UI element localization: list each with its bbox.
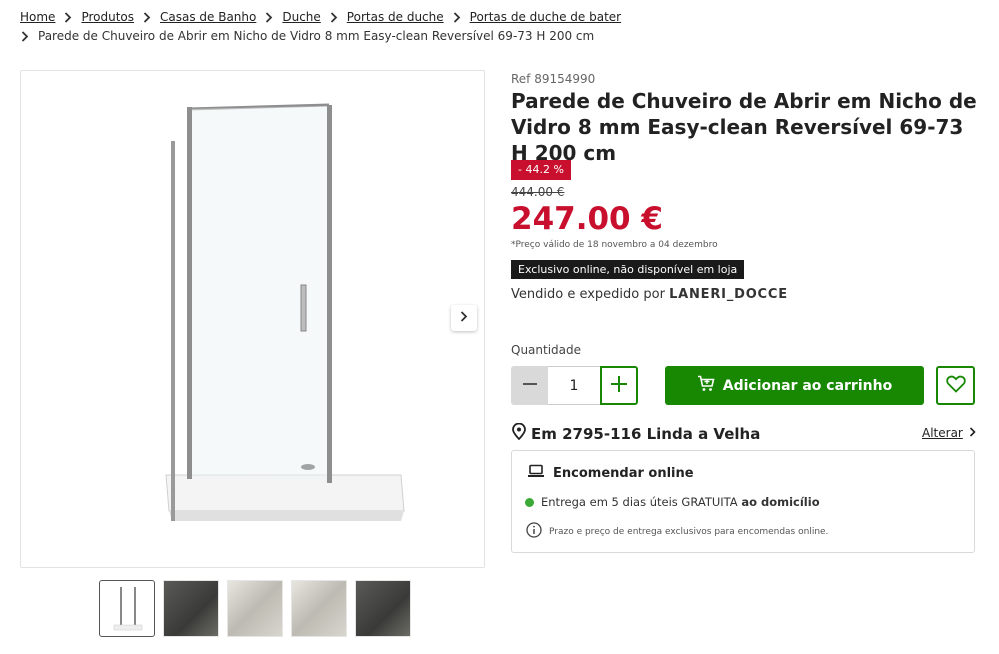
breadcrumb-duche[interactable]: Duche bbox=[282, 10, 320, 24]
gallery-next-button[interactable] bbox=[451, 305, 477, 331]
quantity-stepper bbox=[511, 366, 638, 405]
thumbnail-4[interactable] bbox=[291, 580, 347, 637]
online-order-title: Encomendar online bbox=[553, 465, 694, 481]
thumbnail-strip bbox=[99, 580, 411, 637]
old-price: 444.00 € bbox=[511, 185, 565, 199]
chevron-right-icon bbox=[460, 311, 468, 325]
chevron-right-icon bbox=[325, 10, 343, 23]
discount-badge: - 44.2 % bbox=[511, 160, 571, 180]
product-image-main[interactable] bbox=[20, 70, 485, 568]
breadcrumb-produtos[interactable]: Produtos bbox=[81, 10, 134, 24]
change-store-label: Alterar bbox=[922, 426, 963, 440]
delivery-info-line: Entrega em 5 dias úteis GRATUITA ao domi… bbox=[525, 495, 820, 509]
delivery-note-text: Prazo e preço de entrega exclusivos para… bbox=[549, 526, 829, 537]
thumbnail-3[interactable] bbox=[227, 580, 283, 637]
online-order-heading: Encomendar online bbox=[527, 464, 694, 482]
heart-icon bbox=[945, 375, 966, 396]
online-only-badge: Exclusivo online, não disponível em loja bbox=[511, 260, 745, 279]
seller-name[interactable]: LANERI_DOCCE bbox=[669, 287, 788, 302]
shower-door-image bbox=[165, 103, 405, 521]
product-ref: Ref 89154990 bbox=[511, 72, 596, 86]
chevron-right-icon bbox=[969, 426, 976, 440]
decrease-quantity-button[interactable] bbox=[511, 366, 548, 405]
seller-prefix: Vendido e expedido por bbox=[511, 287, 665, 302]
seller-info: Vendido e expedido por LANERI_DOCCE bbox=[511, 287, 788, 302]
minus-icon bbox=[522, 376, 538, 395]
add-to-cart-label: Adicionar ao carrinho bbox=[722, 377, 893, 394]
chevron-right-icon bbox=[448, 10, 466, 23]
store-location: Em 2795-116 Linda a Velha bbox=[511, 422, 761, 444]
increase-quantity-button[interactable] bbox=[600, 366, 638, 405]
cart-icon bbox=[697, 375, 715, 396]
current-price: 247.00 € bbox=[511, 201, 663, 237]
add-to-cart-button[interactable]: Adicionar ao carrinho bbox=[665, 366, 924, 405]
plus-icon bbox=[610, 375, 628, 396]
delivery-line-text: Entrega em 5 dias úteis GRATUITA bbox=[541, 495, 738, 509]
laptop-icon bbox=[527, 464, 545, 482]
quantity-label: Quantidade bbox=[511, 343, 582, 357]
change-store-link[interactable]: Alterar bbox=[922, 426, 976, 440]
breadcrumb-portas-de-duche[interactable]: Portas de duche bbox=[347, 10, 444, 24]
thumbnail-1[interactable] bbox=[99, 580, 155, 637]
location-pin-icon bbox=[511, 422, 527, 444]
thumbnail-2[interactable] bbox=[163, 580, 219, 637]
wishlist-button[interactable] bbox=[936, 366, 975, 405]
quantity-input[interactable] bbox=[548, 366, 600, 405]
breadcrumb-current: Parede de Chuveiro de Abrir em Nicho de … bbox=[38, 28, 595, 43]
price-validity: *Preço válido de 18 novembro a 04 dezemb… bbox=[511, 240, 718, 250]
status-dot-icon bbox=[525, 497, 534, 507]
chevron-right-icon bbox=[59, 10, 77, 23]
breadcrumb-home[interactable]: Home bbox=[20, 10, 55, 24]
delivery-options-panel: Encomendar online Entrega em 5 dias útei… bbox=[511, 450, 975, 553]
store-location-text: Em 2795-116 Linda a Velha bbox=[531, 424, 761, 443]
chevron-right-icon bbox=[260, 10, 278, 23]
chevron-right-icon bbox=[138, 10, 156, 23]
product-title: Parede de Chuveiro de Abrir em Nicho de … bbox=[511, 89, 977, 165]
breadcrumb-casas-de-banho[interactable]: Casas de Banho bbox=[160, 10, 256, 24]
breadcrumb: Home Produtos Casas de Banho Duche Porta… bbox=[20, 7, 980, 45]
chevron-right-icon bbox=[16, 29, 34, 42]
delivery-note: Prazo e preço de entrega exclusivos para… bbox=[526, 522, 828, 541]
delivery-line-suffix: ao domicílio bbox=[741, 495, 820, 509]
info-icon bbox=[526, 522, 542, 541]
thumbnail-5[interactable] bbox=[355, 580, 411, 637]
breadcrumb-portas-de-duche-de-bater[interactable]: Portas de duche de bater bbox=[470, 10, 621, 24]
